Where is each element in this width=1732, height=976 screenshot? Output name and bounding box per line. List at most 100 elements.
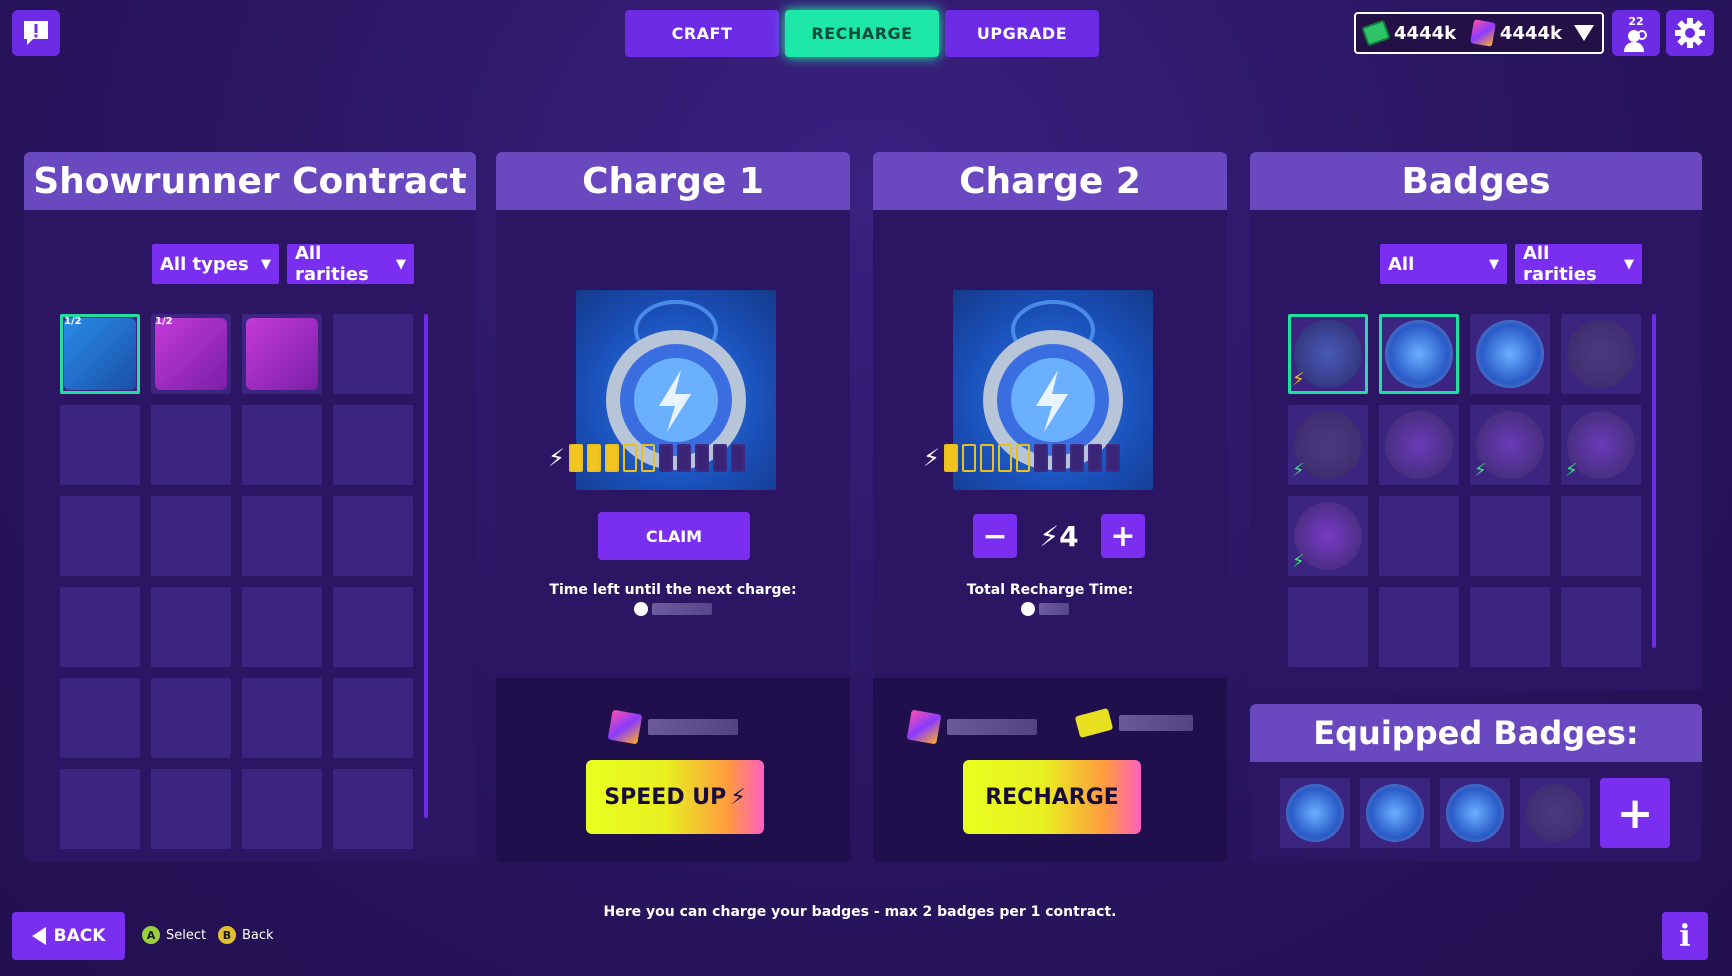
badge-slot[interactable]: [1379, 496, 1459, 576]
settings-button[interactable]: [1666, 10, 1714, 56]
energy-pip: [658, 444, 673, 472]
contract-slot[interactable]: [242, 405, 322, 485]
contract-slot-3[interactable]: [242, 314, 322, 394]
badge-slot[interactable]: [1470, 314, 1550, 394]
badge-slot[interactable]: [1379, 314, 1459, 394]
energy-pip: [1015, 444, 1030, 472]
energy-pip: [943, 444, 958, 472]
contract-slot[interactable]: [151, 769, 231, 849]
equipped-slot[interactable]: [1440, 778, 1510, 848]
info-button[interactable]: i: [1662, 912, 1708, 960]
ticket-icon: [1074, 707, 1114, 739]
contract-slot[interactable]: [60, 678, 140, 758]
tab-craft[interactable]: CRAFT: [625, 10, 779, 57]
back-button[interactable]: BACK: [12, 912, 125, 960]
recharge-button[interactable]: RECHARGE: [963, 760, 1141, 834]
contract-slot-4[interactable]: [333, 314, 413, 394]
a-button-icon: A: [142, 926, 160, 944]
equipped-slot[interactable]: [1280, 778, 1350, 848]
recharge-amount-value: 4: [1059, 519, 1079, 553]
badge-slot[interactable]: [1288, 587, 1368, 667]
badge-slot[interactable]: ⚡: [1561, 405, 1641, 485]
badge-slot[interactable]: ⚡: [1288, 496, 1368, 576]
contract-slot[interactable]: [60, 405, 140, 485]
badge-slot[interactable]: ⚡: [1288, 405, 1368, 485]
badge-image: [1385, 411, 1453, 479]
badges-scrollbar[interactable]: [1652, 314, 1656, 648]
cash-amount: 4444k: [1394, 22, 1457, 44]
equipped-slot[interactable]: [1360, 778, 1430, 848]
contract-slot[interactable]: [333, 678, 413, 758]
contract-slot-1[interactable]: 1/2: [60, 314, 140, 394]
bolt-icon: ⚡: [1039, 519, 1060, 553]
tab-upgrade[interactable]: UPGRADE: [945, 10, 1099, 57]
badge-slot[interactable]: [1379, 405, 1459, 485]
speed-up-label: SPEED UP: [604, 784, 727, 810]
top-tabs: CRAFT RECHARGE UPGRADE: [625, 10, 1099, 57]
equipped-slot[interactable]: [1520, 778, 1590, 848]
contract-card-image: [246, 318, 318, 390]
energy-pip: [694, 444, 709, 472]
feedback-icon: [24, 21, 48, 45]
contract-slot[interactable]: [151, 405, 231, 485]
contract-rarity-filter[interactable]: All rarities ▼: [287, 243, 414, 285]
contract-slot[interactable]: [151, 678, 231, 758]
claim-button[interactable]: CLAIM: [598, 512, 750, 560]
badges-type-filter[interactable]: All ▼: [1380, 244, 1507, 284]
energy-pip: [676, 444, 691, 472]
badge-slot[interactable]: [1561, 314, 1641, 394]
contract-slot[interactable]: [242, 769, 322, 849]
contract-slot[interactable]: [151, 496, 231, 576]
contract-type-filter[interactable]: All types ▼: [152, 244, 279, 284]
badge-slot[interactable]: ⚡: [1288, 314, 1368, 394]
back-hint: B Back: [218, 926, 274, 944]
contract-slot[interactable]: [333, 769, 413, 849]
energy-pip: [1051, 444, 1066, 472]
feedback-button[interactable]: [12, 10, 60, 56]
badge-slot[interactable]: ⚡: [1470, 405, 1550, 485]
badge-image: [1567, 320, 1635, 388]
contract-slot[interactable]: [333, 405, 413, 485]
contract-panel-title: Showrunner Contract: [24, 152, 476, 210]
increment-button[interactable]: +: [1101, 514, 1145, 558]
cube-amount: 4444k: [1499, 22, 1562, 44]
badge-slot[interactable]: [1470, 587, 1550, 667]
contract-slot[interactable]: [60, 587, 140, 667]
charge1-cost-area: SPEED UP ⚡: [496, 678, 850, 862]
contract-slot[interactable]: [60, 769, 140, 849]
decrement-button[interactable]: −: [973, 514, 1017, 558]
contract-slot[interactable]: [242, 496, 322, 576]
contract-slot[interactable]: [242, 678, 322, 758]
chevron-down-icon[interactable]: [1574, 25, 1594, 41]
gear-icon: [1675, 18, 1705, 48]
tab-recharge[interactable]: RECHARGE: [785, 10, 939, 57]
contract-slot[interactable]: [60, 496, 140, 576]
add-badge-button[interactable]: +: [1600, 778, 1670, 848]
contract-grid: 1/2 1/2: [60, 314, 413, 849]
charge1-panel: Charge 1 ⚡ CLAIM Time left until the nex…: [496, 152, 850, 862]
badges-rarity-filter[interactable]: All rarities ▼: [1515, 243, 1642, 285]
badge-slot[interactable]: [1379, 587, 1459, 667]
badges-panel: Badges All ▼ All rarities ▼ ⚡ ⚡ ⚡ ⚡ ⚡: [1250, 152, 1702, 690]
contract-slot[interactable]: [333, 587, 413, 667]
badge-image: [1526, 784, 1584, 842]
bolt-icon: ⚡: [548, 444, 565, 472]
friends-icon: [1624, 29, 1647, 52]
badge-slot[interactable]: [1561, 587, 1641, 667]
contract-slot-2[interactable]: 1/2: [151, 314, 231, 394]
contract-slot[interactable]: [333, 496, 413, 576]
badges-rarity-filter-label: All rarities: [1523, 243, 1597, 285]
contract-scrollbar[interactable]: [424, 314, 428, 818]
speedup-cost-hidden: [648, 719, 738, 735]
contract-slot[interactable]: [242, 587, 322, 667]
contract-slot[interactable]: [151, 587, 231, 667]
chevron-down-icon: ▼: [1624, 256, 1634, 272]
currency-display[interactable]: 4444k 4444k: [1354, 12, 1604, 54]
friends-button[interactable]: 22: [1612, 10, 1660, 56]
bolt-icon: ⚡: [1292, 369, 1305, 390]
contract-charge-label: 1/2: [64, 316, 82, 327]
badge-slot[interactable]: [1561, 496, 1641, 576]
energy-pip: [1033, 444, 1048, 472]
speed-up-button[interactable]: SPEED UP ⚡: [586, 760, 764, 834]
badge-slot[interactable]: [1470, 496, 1550, 576]
